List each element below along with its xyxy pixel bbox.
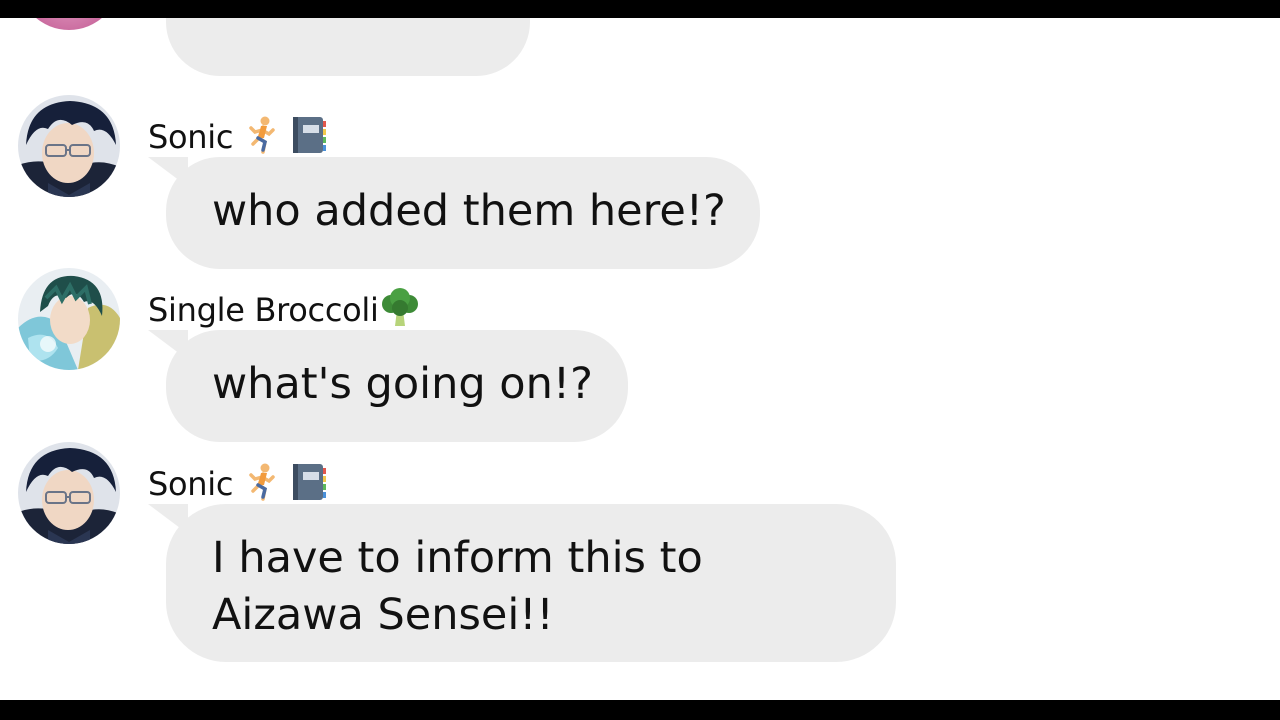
dark-haired-glasses-avatar-icon	[18, 442, 120, 544]
message-bubble[interactable]: what's going on!?	[166, 330, 628, 442]
avatar[interactable]	[18, 268, 120, 370]
avatar[interactable]	[18, 95, 120, 197]
message-bubble[interactable]: who added them here!?	[166, 157, 760, 269]
message-bubble[interactable]: I have to inform this to Aizawa Sensei!!	[166, 504, 896, 662]
notebook-emoji-icon	[291, 462, 327, 510]
notebook-emoji-icon	[291, 115, 327, 163]
sender-name: Sonic	[148, 462, 327, 510]
message-text: who added them here!?	[212, 186, 726, 236]
bottom-letterbox	[0, 700, 1280, 720]
message-bubble[interactable]: wait WHAT!?	[166, 18, 530, 76]
broccoli-emoji-icon	[379, 288, 421, 336]
message-text-line: I have to inform this to	[212, 533, 703, 583]
runner-emoji-icon	[247, 463, 277, 509]
message-text: what's going on!?	[212, 359, 593, 409]
sender-name: Single Broccoli	[148, 288, 421, 336]
green-haired-avatar-icon	[18, 268, 120, 370]
runner-emoji-icon	[247, 116, 277, 162]
avatar[interactable]	[18, 18, 120, 30]
message-text-line: Aizawa Sensei!!	[212, 590, 554, 640]
dark-haired-glasses-avatar-icon	[18, 95, 120, 197]
message-text: wait WHAT!?	[212, 18, 484, 29]
chat-message-list[interactable]: wait WHAT!? Sonic	[0, 18, 1280, 700]
top-letterbox	[0, 0, 1280, 18]
avatar[interactable]	[18, 442, 120, 544]
sender-name: Sonic	[148, 115, 327, 163]
